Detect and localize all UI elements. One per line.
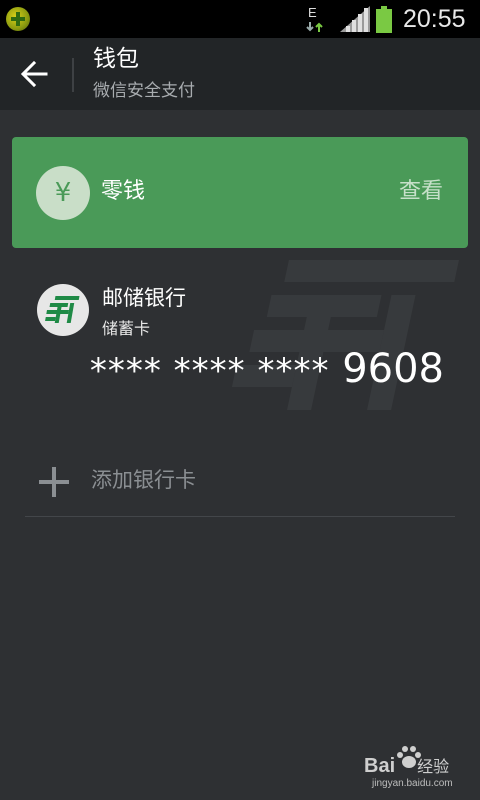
- baidu-jingyan-watermark: Bai 经验 jingyan.baidu.com: [362, 744, 472, 794]
- baidu-brand-cn: 经验: [417, 757, 450, 776]
- yuan-icon: ¥: [36, 166, 90, 220]
- page-title: 钱包: [93, 46, 139, 72]
- add-bank-card-button[interactable]: 添加银行卡: [25, 450, 455, 517]
- app-notification-icon: [6, 7, 30, 31]
- back-button[interactable]: [14, 54, 58, 94]
- baidu-brand-text: Bai 经验: [364, 754, 449, 779]
- postal-bank-logo-icon: [37, 284, 89, 336]
- card-number-masked: **** **** ****: [89, 351, 330, 391]
- clock: 20:55: [403, 5, 466, 33]
- baidu-url: jingyan.baidu.com: [372, 778, 453, 789]
- yuan-symbol: ¥: [54, 178, 72, 208]
- card-number-last-four: 9608: [342, 346, 444, 392]
- bank-name: 邮储银行: [102, 286, 186, 310]
- change-label: 零钱: [101, 179, 146, 204]
- change-balance-card[interactable]: ¥ 零钱 查看: [12, 137, 468, 248]
- action-bar: 钱包 微信安全支付: [0, 38, 480, 110]
- network-type-icon: E: [306, 4, 328, 34]
- back-arrow-icon: [20, 60, 48, 88]
- baidu-brand-latin: Bai: [364, 755, 396, 777]
- network-type-text: E: [308, 5, 317, 20]
- page-subtitle: 微信安全支付: [93, 81, 195, 101]
- action-bar-divider: [72, 58, 74, 92]
- view-change-link[interactable]: 查看: [399, 177, 443, 207]
- add-bank-card-label: 添加银行卡: [91, 468, 196, 492]
- card-number: **** **** **** 9608: [90, 344, 444, 396]
- card-type: 储蓄卡: [102, 319, 151, 338]
- plus-icon: [39, 467, 69, 497]
- signal-strength-icon: [340, 6, 370, 36]
- battery-icon: [376, 6, 392, 33]
- status-bar: E 20:55: [0, 0, 480, 38]
